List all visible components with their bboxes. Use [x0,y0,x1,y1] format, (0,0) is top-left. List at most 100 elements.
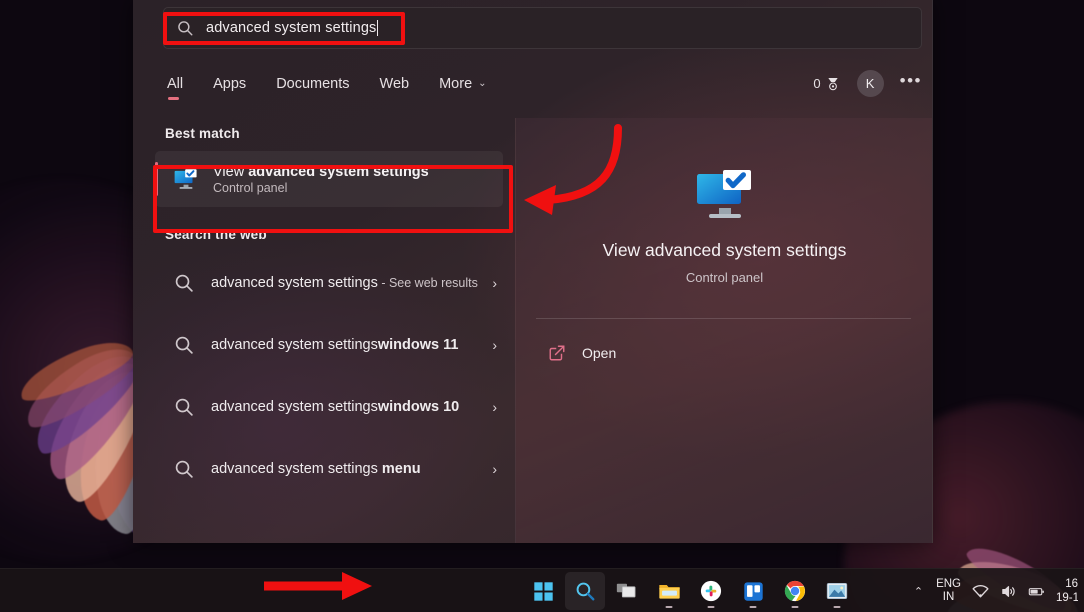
slack-icon [700,580,722,602]
search-button[interactable] [565,572,605,610]
language-line-1: ENG [936,578,961,590]
web-result-query: advanced system settings [211,274,378,291]
web-result-label: advanced system settingswindows 11 [211,336,492,355]
best-match-text: View advanced system settings Control pa… [213,164,429,195]
avatar-initial: K [865,76,875,91]
system-settings-monitor-icon [174,169,197,189]
best-match-title: View advanced system settings [213,164,429,180]
web-result-item[interactable]: advanced system settingswindows 11 › [155,314,503,376]
search-input[interactable]: advanced system settings [163,7,922,49]
chevron-right-icon: › [492,337,497,353]
chrome-icon [784,580,806,602]
trello-button[interactable] [733,572,773,610]
best-match-result-item[interactable]: View advanced system settings Control pa… [155,151,503,207]
open-action-button[interactable]: Open [536,336,616,370]
task-view-button[interactable] [607,572,647,610]
avatar[interactable]: K [856,70,884,97]
file-explorer-button[interactable] [649,572,689,610]
language-line-2: IN [942,591,955,603]
chevron-right-icon: › [492,275,497,291]
clock[interactable]: 16 19-10-20 [1056,577,1078,605]
rewards-count: 0 [813,76,821,91]
photos-icon [826,582,848,600]
medal-icon [827,77,838,90]
running-indicator [749,605,757,608]
rewards-indicator[interactable]: 0 [813,76,840,92]
tab-apps[interactable]: Apps [213,76,246,100]
search-flyout-panel: advanced system settings All Apps Docume… [133,0,933,543]
clock-date: 19-10-20 [1056,592,1078,604]
tab-documents[interactable]: Documents [276,76,349,100]
preview-title: View advanced system settings [602,240,847,260]
more-options-button[interactable]: ••• [900,72,926,92]
chrome-button[interactable] [775,572,815,610]
photos-button[interactable] [817,572,857,610]
windows-logo-icon [533,581,553,601]
tab-web[interactable]: Web [380,76,410,100]
system-tray: ⌃ ENG IN 16 19-10-20 [912,569,1080,612]
search-icon [175,274,193,292]
tab-more[interactable]: More ⌄ [439,76,486,100]
open-action-label: Open [582,345,617,361]
best-match-title-prefix: View [213,163,249,180]
web-result-query: advanced system settings [211,460,382,477]
tab-all[interactable]: All [167,76,183,100]
chevron-right-icon: › [492,399,497,415]
best-match-subtitle: Control panel [213,180,288,195]
web-results-list: advanced system settings - See web resul… [133,252,517,500]
web-result-completion: menu [381,460,421,477]
web-result-label: advanced system settings - See web resul… [211,274,492,293]
tab-apps-label: Apps [213,76,247,92]
wifi-icon[interactable] [972,583,989,600]
results-column: Best match View advanced system settings… [133,118,517,500]
preview-pane: View advanced system settings Control pa… [515,118,932,543]
search-the-web-heading: Search the web [165,227,267,242]
web-result-item[interactable]: advanced system settings - See web resul… [155,252,503,314]
show-hidden-icons-button[interactable]: ⌃ [912,585,925,598]
preview-subtitle: Control panel [685,270,764,285]
folder-icon [658,584,680,599]
taskbar-app-buttons [523,569,857,612]
volume-icon[interactable] [1000,583,1017,600]
chevron-down-icon: ⌄ [478,78,487,89]
taskbar: ⌃ ENG IN 16 19-10-20 [0,568,1084,612]
running-indicator [665,605,673,608]
running-indicator [707,605,715,608]
open-external-icon [549,345,565,361]
web-result-completion: windows 10 [377,398,460,415]
search-icon [175,336,193,354]
tab-more-label: More [439,76,473,92]
tab-web-label: Web [379,76,410,92]
screen-root: advanced system settings All Apps Docume… [0,0,1084,612]
system-settings-monitor-icon [696,170,751,218]
slack-button[interactable] [691,572,731,610]
web-result-completion: windows 11 [377,336,459,353]
language-indicator[interactable]: ENG IN [936,578,961,604]
search-query-text: advanced system settings [206,20,377,36]
running-indicator [833,605,841,608]
web-result-item[interactable]: advanced system settingswindows 10 › [155,376,503,438]
search-icon [576,582,595,601]
web-result-query: advanced system settings [211,398,378,415]
search-icon [175,398,193,416]
text-caret [377,20,379,36]
best-match-heading: Best match [165,126,240,141]
battery-icon[interactable] [1028,583,1045,600]
search-icon [175,460,193,478]
header-right-actions: 0 K ••• [813,70,926,97]
tab-documents-label: Documents [276,76,350,92]
web-result-hint: - See web results [377,275,478,290]
task-view-icon [616,583,636,598]
running-indicator [791,605,799,608]
web-result-label: advanced system settings menu [211,460,492,479]
web-result-item[interactable]: advanced system settings menu › [155,438,503,500]
web-result-label: advanced system settingswindows 10 [211,398,492,417]
web-result-query: advanced system settings [211,336,378,353]
start-button[interactable] [523,572,563,610]
chevron-right-icon: › [492,461,497,477]
tab-all-label: All [167,76,184,92]
clock-time: 16 [1065,578,1078,590]
best-match-title-bold: advanced system settings [248,163,429,180]
trello-icon [743,581,763,601]
preview-divider [536,318,911,319]
